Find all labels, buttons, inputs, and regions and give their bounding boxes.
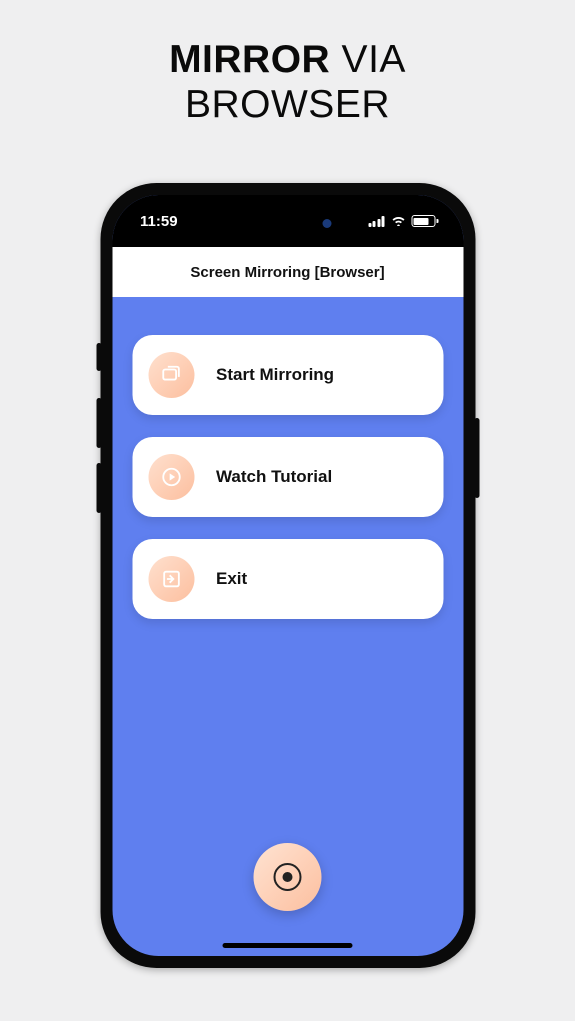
phone-side-button [96, 463, 101, 513]
play-icon [148, 454, 194, 500]
card-label: Exit [216, 569, 247, 589]
menu-list: Start Mirroring Watch Tutorial Exit [112, 335, 463, 641]
phone-frame: 11:59 Screen Mirroring [Browser] [100, 183, 475, 968]
camera-dot [323, 219, 332, 228]
heading-line2: BROWSER [185, 83, 390, 126]
home-indicator [223, 943, 353, 948]
phone-side-button [474, 418, 479, 498]
heading-rest: VIA [330, 38, 406, 81]
dynamic-island [232, 207, 344, 240]
card-label: Start Mirroring [216, 365, 334, 385]
exit-icon [148, 556, 194, 602]
phone-side-button [96, 343, 101, 371]
cast-icon [148, 352, 194, 398]
app-title: Screen Mirroring [Browser] [190, 264, 384, 281]
watch-tutorial-button[interactable]: Watch Tutorial [132, 437, 443, 517]
exit-button[interactable]: Exit [132, 539, 443, 619]
start-mirroring-button[interactable]: Start Mirroring [132, 335, 443, 415]
heading-bold: MIRROR [169, 38, 330, 81]
promo-heading: MIRROR VIA BROWSER [0, 0, 575, 128]
app-header: Screen Mirroring [Browser] [112, 247, 463, 297]
phone-screen: 11:59 Screen Mirroring [Browser] [112, 195, 463, 956]
signal-icon [368, 216, 385, 227]
status-indicators [368, 213, 435, 230]
wifi-icon [390, 213, 406, 230]
record-button[interactable] [254, 843, 322, 911]
status-time: 11:59 [140, 213, 178, 230]
battery-icon [411, 215, 435, 227]
card-label: Watch Tutorial [216, 467, 332, 487]
record-icon [274, 863, 302, 891]
phone-side-button [96, 398, 101, 448]
